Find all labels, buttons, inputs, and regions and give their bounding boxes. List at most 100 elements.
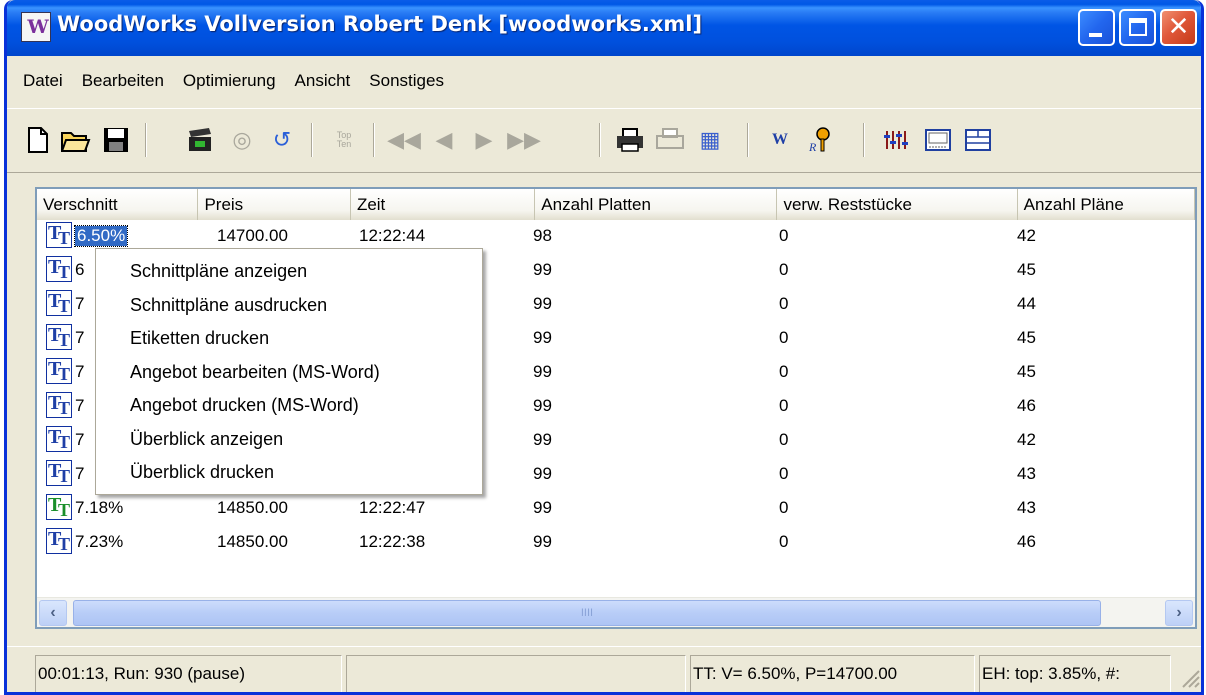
new-button[interactable]: [19, 121, 57, 159]
cell-anzahl-platten: 99: [533, 498, 552, 517]
app-icon-label: W: [27, 16, 48, 38]
scroll-left-button[interactable]: ‹: [39, 600, 67, 626]
window-button[interactable]: [919, 121, 957, 159]
title-bar[interactable]: W WoodWorks Vollversion Robert Denk [woo…: [7, 0, 1201, 56]
scroll-right-button[interactable]: ›: [1165, 600, 1193, 626]
app-icon[interactable]: W: [21, 12, 51, 42]
layout-button[interactable]: [959, 121, 997, 159]
cell-verschnitt: 7: [75, 328, 85, 347]
cell-verschnitt: 7.18%: [75, 498, 124, 517]
menu-bar: Datei Bearbeiten Optimierung Ansicht Son…: [7, 56, 1201, 106]
first-button[interactable]: ◀◀: [385, 121, 423, 159]
toolbar-separator: [747, 123, 749, 157]
col-preis[interactable]: Preis: [198, 189, 351, 220]
cutting-plan-icon: [46, 324, 72, 351]
print-button[interactable]: [611, 121, 649, 159]
cell-preis: 14850.00: [217, 498, 288, 517]
context-menu-item[interactable]: Überblick anzeigen: [96, 423, 482, 457]
toolbar-separator: [863, 123, 865, 157]
context-menu-item[interactable]: Angebot bearbeiten (MS-Word): [96, 356, 482, 390]
cutting-plan-icon: [46, 528, 72, 555]
last-button[interactable]: ▶▶: [505, 121, 543, 159]
toolbar-separator: [311, 123, 313, 157]
cell-verw-reststuecke: 0: [779, 294, 789, 313]
save-button[interactable]: [97, 121, 135, 159]
cell-verw-reststuecke: 0: [779, 396, 789, 415]
table-row[interactable]: 7.23% 14850.00 12:22:38 99 0 46: [37, 526, 1195, 560]
toolbar-separator: [145, 123, 147, 157]
grid-icon: ▦: [699, 127, 721, 152]
cell-verschnitt: 7: [75, 294, 85, 313]
sliders-button[interactable]: [877, 121, 915, 159]
cell-anzahl-platten: 99: [533, 260, 552, 279]
woodworks-button[interactable]: W: [761, 121, 799, 159]
run-icon: [189, 128, 211, 151]
cell-anzahl-platten: 99: [533, 362, 552, 381]
col-zeit[interactable]: Zeit: [350, 189, 536, 220]
col-verschnitt[interactable]: Verschnitt: [37, 189, 199, 220]
context-menu-item[interactable]: Etiketten drucken: [96, 322, 482, 356]
grid-button[interactable]: ▦: [691, 121, 729, 159]
cell-verw-reststuecke: 0: [779, 430, 789, 449]
horizontal-scrollbar[interactable]: ‹ IIII ›: [37, 597, 1195, 627]
cell-anzahl-platten: 99: [533, 532, 552, 551]
col-anzahl-platten[interactable]: Anzahl Platten: [535, 189, 778, 220]
minimize-icon: [1089, 33, 1102, 37]
open-button[interactable]: [57, 121, 95, 159]
status-tt: TT: V= 6.50%, P=14700.00: [690, 655, 975, 692]
cutting-plan-icon: [46, 222, 72, 249]
col-anzahl-plaene[interactable]: Anzahl Pläne: [1017, 189, 1195, 220]
context-menu-item[interactable]: Angebot drucken (MS-Word): [96, 389, 482, 423]
cell-anzahl-plaene: 44: [1017, 294, 1036, 313]
cutting-plan-icon: [46, 290, 72, 317]
scroll-right-icon: ›: [1176, 604, 1182, 621]
print-icon: [617, 128, 643, 152]
menu-optimierung[interactable]: Optimierung: [183, 71, 276, 91]
svg-text:R: R: [808, 140, 817, 153]
cell-zeit: 12:22:38: [359, 532, 426, 551]
scroll-thumb[interactable]: IIII: [73, 600, 1101, 626]
maximize-icon: [1129, 18, 1147, 36]
close-button[interactable]: ✕: [1160, 9, 1197, 46]
cell-anzahl-plaene: 45: [1017, 362, 1036, 381]
context-menu-item[interactable]: Schnittpläne ausdrucken: [96, 289, 482, 323]
cell-anzahl-platten: 99: [533, 328, 552, 347]
maximize-button[interactable]: [1119, 9, 1156, 46]
save-icon: [104, 128, 128, 152]
key-button[interactable]: R: [801, 121, 839, 159]
reset-button[interactable]: ↺: [263, 121, 301, 159]
menu-ansicht[interactable]: Ansicht: [295, 71, 351, 91]
cell-verschnitt: 7: [75, 430, 85, 449]
cell-anzahl-platten: 99: [533, 294, 552, 313]
status-run: 00:01:13, Run: 930 (pause): [35, 655, 342, 692]
context-menu-item[interactable]: Überblick drucken: [96, 456, 482, 490]
status-empty: [346, 655, 686, 692]
menu-bearbeiten[interactable]: Bearbeiten: [82, 71, 164, 91]
status-bar: 00:01:13, Run: 930 (pause) TT: V= 6.50%,…: [7, 646, 1201, 692]
woodworks-icon: W: [772, 131, 788, 148]
stop-button[interactable]: ◎: [223, 121, 261, 159]
cell-preis: 14700.00: [217, 226, 288, 245]
prev-button[interactable]: ◀: [425, 121, 463, 159]
menu-datei[interactable]: Datei: [23, 71, 63, 91]
cell-verw-reststuecke: 0: [779, 498, 789, 517]
cutting-plan-icon: [46, 392, 72, 419]
cell-verw-reststuecke: 0: [779, 328, 789, 347]
cell-verschnitt: 7.23%: [75, 532, 124, 551]
cell-anzahl-plaene: 42: [1017, 226, 1036, 245]
toolbar-separator: [599, 123, 601, 157]
cell-zeit: 12:22:44: [359, 226, 426, 245]
next-button[interactable]: ▶: [465, 121, 503, 159]
run-button[interactable]: [181, 121, 219, 159]
window-title: WoodWorks Vollversion Robert Denk [woodw…: [57, 12, 703, 36]
minimize-button[interactable]: [1078, 9, 1115, 46]
table-row[interactable]: 7.18% 14850.00 12:22:47 99 0 43: [37, 492, 1195, 526]
col-verw-reststuecke[interactable]: verw. Reststücke: [777, 189, 1018, 220]
cell-anzahl-platten: 99: [533, 430, 552, 449]
print-preview-button[interactable]: [651, 121, 689, 159]
menu-sonstiges[interactable]: Sonstiges: [369, 71, 444, 91]
resize-grip-icon[interactable]: [1179, 667, 1201, 689]
window-icon: [925, 129, 951, 151]
top-ten-button[interactable]: Top Ten: [325, 121, 363, 159]
context-menu-item[interactable]: Schnittpläne anzeigen: [96, 255, 482, 289]
